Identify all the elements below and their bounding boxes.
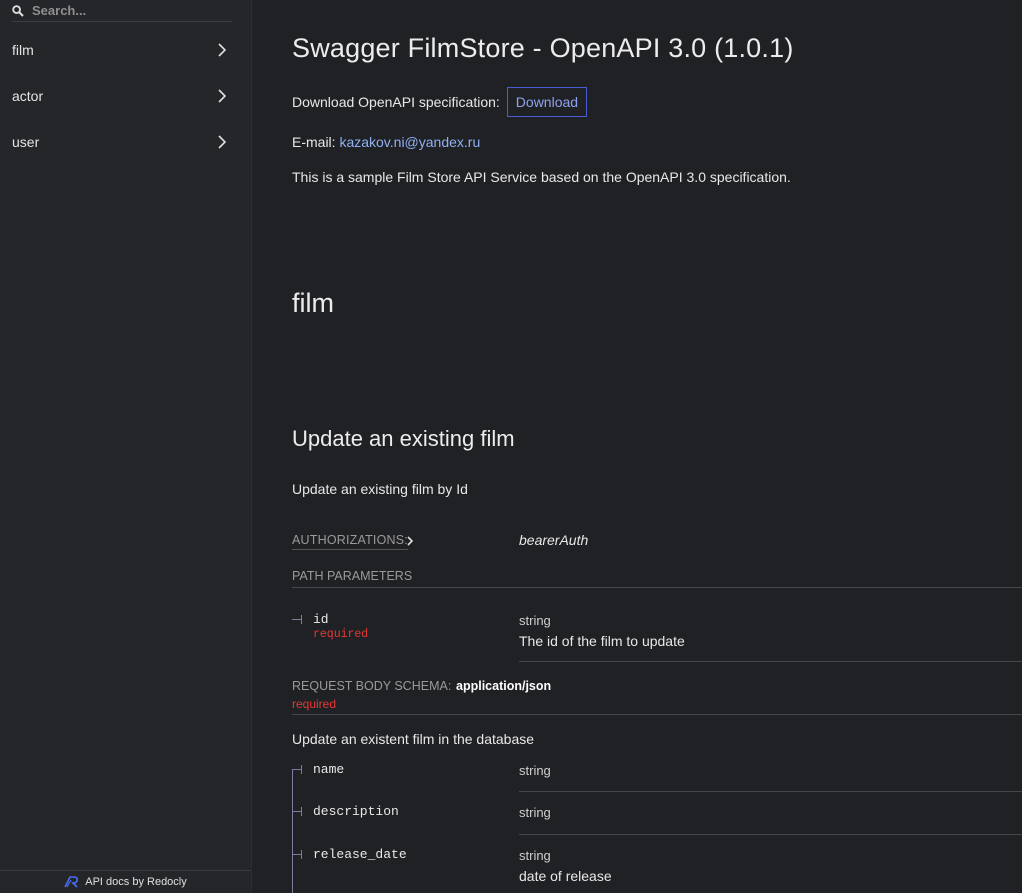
tree-connector [292,765,302,774]
sidebar-item-film[interactable]: film [0,27,251,73]
sidebar-item-label: film [12,42,34,58]
section-title: film [292,288,334,318]
footer-label: API docs by Redocly [85,876,187,888]
param-name: id [313,612,329,627]
field-type: string [519,763,551,778]
main-content: Swagger FilmStore - OpenAPI 3.0 (1.0.1) … [292,0,1022,893]
sidebar-item-label: actor [12,88,44,104]
field-type: string [519,848,551,863]
field-description: date of release [519,868,612,884]
page-title: Swagger FilmStore - OpenAPI 3.0 (1.0.1) [292,33,794,63]
tree-line [292,769,293,893]
request-body-label: REQUEST BODY SCHEMA: [292,679,452,693]
download-button[interactable]: Download [506,87,588,117]
email-label: E-mail: [292,134,336,150]
field-name: release_date [313,847,407,862]
sidebar-item-label: user [12,134,40,150]
operation-title: Update an existing film [292,426,515,451]
param-description: The id of the film to update [519,633,685,649]
divider [519,791,1022,792]
field-name: name [313,762,345,777]
contact-email: E-mail: kazakov.ni@yandex.ru [292,134,480,150]
search-icon [12,4,24,17]
divider [519,661,1022,662]
divider [292,587,1022,588]
tree-connector [292,615,302,624]
download-row: Download OpenAPI specification: Download [292,87,588,117]
search-bar [12,0,232,22]
sidebar: film actor user API docs by Redocly [0,0,252,893]
divider [292,714,1022,715]
operation-description: Update an existing film by Id [292,481,468,497]
chevron-right-icon [407,536,414,546]
request-body-content-type[interactable]: application/json [456,679,551,693]
chevron-right-icon [218,43,227,57]
sidebar-nav: film actor user [0,27,251,165]
required-badge: required [292,697,337,711]
chevron-right-icon [218,135,227,149]
redocly-logo-icon [64,876,79,888]
sidebar-item-user[interactable]: user [0,119,251,165]
download-label: Download OpenAPI specification: [292,94,500,110]
divider [519,834,1022,835]
redocly-footer-link[interactable]: API docs by Redocly [0,870,251,893]
field-type: string [519,805,551,820]
field-name: description [313,804,399,819]
chevron-right-icon [218,89,227,103]
authorizations-toggle[interactable]: AUTHORIZATIONS: [292,533,408,550]
auth-scheme: bearerAuth [519,532,589,548]
required-badge: required [313,628,369,641]
tree-connector [292,850,302,859]
path-parameters-label: PATH PARAMETERS [292,569,413,583]
tree-connector [292,807,302,816]
request-body-description: Update an existent film in the database [292,731,535,747]
param-type: string [519,613,551,628]
api-description: This is a sample Film Store API Service … [292,169,791,185]
search-input[interactable] [32,3,212,18]
email-link[interactable]: kazakov.ni@yandex.ru [339,134,480,150]
sidebar-item-actor[interactable]: actor [0,73,251,119]
